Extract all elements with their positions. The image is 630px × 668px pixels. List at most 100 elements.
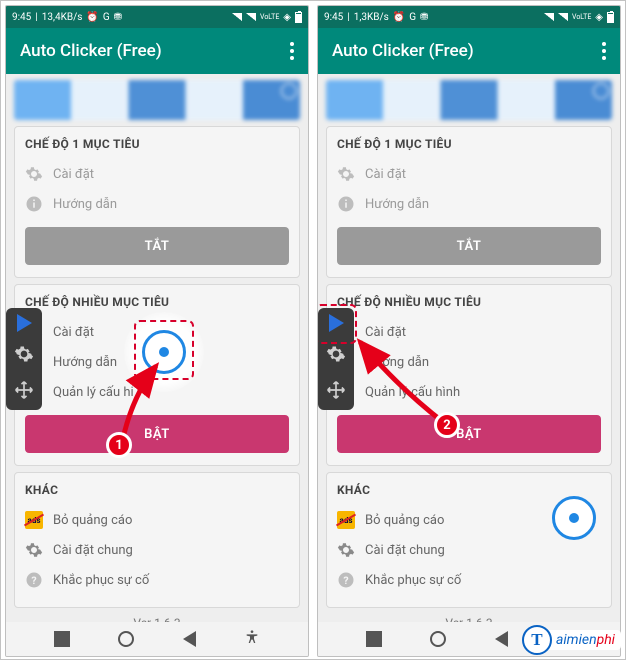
general-settings-row[interactable]: Cài đặt chung xyxy=(337,535,601,565)
troubleshoot-label: Khắc phục sự cố xyxy=(365,573,461,588)
overflow-menu-icon[interactable] xyxy=(290,42,294,60)
gear-icon[interactable] xyxy=(326,344,346,368)
remove-ads-label: Bỏ quảng cáo xyxy=(365,513,444,528)
single-target-card: CHẾ ĐỘ 1 MỤC TIÊU Cài đặt Hướng dẫn TẮT xyxy=(14,126,300,278)
trash-icon: ⛃ xyxy=(420,12,428,23)
other-title: KHÁC xyxy=(337,483,601,497)
multi-target-title: CHẾ ĐỘ NHIỀU MỤC TIÊU xyxy=(337,295,601,309)
app-bar: Auto Clicker (Free) xyxy=(318,28,620,74)
multi-manage-label: Quản lý cấu hi xyxy=(53,385,134,400)
svg-text:?: ? xyxy=(343,574,348,587)
signal-icon xyxy=(246,13,256,21)
step-badge-1: 1 xyxy=(106,432,132,458)
watermark: T aimienphi xyxy=(522,625,621,655)
move-icon[interactable] xyxy=(326,380,346,404)
multi-target-title: CHẾ ĐỘ NHIỀU MỤC TIÊU xyxy=(25,295,289,309)
general-settings-row[interactable]: Cài đặt chung xyxy=(25,535,289,565)
help-icon: ? xyxy=(25,571,43,589)
watermark-logo: T xyxy=(522,625,552,655)
info-icon xyxy=(337,195,355,213)
volte-icon: VoLTE xyxy=(572,13,591,21)
ads-icon: ads xyxy=(337,511,355,529)
g-icon: G xyxy=(103,12,110,23)
troubleshoot-row[interactable]: ? Khắc phục sự cố xyxy=(337,565,601,595)
multi-settings-label: Cài đặt xyxy=(53,325,94,340)
watermark-text: aimienphi xyxy=(548,630,621,650)
ads-icon: ads xyxy=(25,511,43,529)
overflow-menu-icon[interactable] xyxy=(602,42,606,60)
status-net-speed: 13,4KB/s xyxy=(42,12,83,23)
single-guide-label: Hướng dẫn xyxy=(365,197,429,212)
multi-manage-row[interactable]: Quản lý cấu hình xyxy=(337,377,601,407)
floating-toolbar[interactable] xyxy=(318,308,354,410)
gear-icon[interactable] xyxy=(14,344,34,368)
svg-text:?: ? xyxy=(31,574,36,587)
alarm-icon: ⏰ xyxy=(86,12,98,23)
single-settings-label: Cài đặt xyxy=(53,167,94,182)
wifi-icon: ◈ xyxy=(595,12,603,23)
multi-target-card: CHẾ ĐỘ NHIỀU MỤC TIÊU Cài đặt Hướng dẫn … xyxy=(326,284,612,466)
phone-left: 9:45 | 13,4KB/s ⏰ G ⛃ VoLTE ◈ Auto Click… xyxy=(5,5,309,657)
single-guide-row[interactable]: Hướng dẫn xyxy=(25,189,289,219)
single-off-button[interactable]: TẮT xyxy=(337,227,601,265)
play-icon[interactable] xyxy=(17,314,32,332)
single-settings-row[interactable]: Cài đặt xyxy=(25,159,289,189)
single-target-title: CHẾ ĐỘ 1 MỤC TIÊU xyxy=(25,137,289,151)
step-badge-2: 2 xyxy=(434,412,460,438)
signal-icon xyxy=(544,13,554,21)
g-icon: G xyxy=(409,12,416,23)
multi-settings-label: Cài đặt xyxy=(365,325,406,340)
volte-icon: VoLTE xyxy=(260,13,279,21)
multi-on-button[interactable]: BẬT xyxy=(25,415,289,453)
phone-right: 9:45 | 1,3KB/s ⏰ G ⛃ VoLTE ◈ Auto Clicke… xyxy=(317,5,621,657)
battery-icon xyxy=(607,12,614,23)
remove-ads-row[interactable]: ads Bỏ quảng cáo xyxy=(25,505,289,535)
status-bar: 9:45 | 13,4KB/s ⏰ G ⛃ VoLTE ◈ xyxy=(6,6,308,28)
gear-icon xyxy=(25,541,43,559)
troubleshoot-row[interactable]: ? Khắc phục sự cố xyxy=(25,565,289,595)
multi-on-button[interactable]: BẬT xyxy=(337,415,601,453)
alarm-icon: ⏰ xyxy=(393,12,405,23)
multi-settings-row[interactable]: Cài đặt xyxy=(337,317,601,347)
nav-accessibility-icon[interactable] xyxy=(244,629,260,649)
other-card: KHÁC ads Bỏ quảng cáo Cài đặt chung ? Kh… xyxy=(14,472,300,608)
single-guide-row[interactable]: Hướng dẫn xyxy=(337,189,601,219)
single-settings-label: Cài đặt xyxy=(365,167,406,182)
click-target-marker[interactable] xyxy=(142,330,186,374)
trash-icon: ⛃ xyxy=(114,12,122,23)
info-icon xyxy=(25,195,43,213)
click-target-marker[interactable] xyxy=(552,496,596,540)
gear-icon xyxy=(337,541,355,559)
gear-icon xyxy=(337,165,355,183)
single-guide-label: Hướng dẫn xyxy=(53,197,117,212)
nav-home-icon[interactable] xyxy=(430,631,446,647)
nav-home-icon[interactable] xyxy=(118,631,134,647)
play-icon[interactable] xyxy=(329,314,344,332)
single-target-card: CHẾ ĐỘ 1 MỤC TIÊU Cài đặt Hướng dẫn TẮT xyxy=(326,126,612,278)
help-icon: ? xyxy=(337,571,355,589)
general-settings-label: Cài đặt chung xyxy=(365,543,445,558)
wifi-icon: ◈ xyxy=(283,12,291,23)
troubleshoot-label: Khắc phục sự cố xyxy=(53,573,149,588)
nav-recent-icon[interactable] xyxy=(366,631,382,647)
single-off-button[interactable]: TẮT xyxy=(25,227,289,265)
ad-banner[interactable] xyxy=(14,80,300,120)
other-card: KHÁC ads Bỏ quảng cáo Cài đặt chung ? Kh… xyxy=(326,472,612,608)
nav-back-icon[interactable] xyxy=(183,631,196,647)
nav-recent-icon[interactable] xyxy=(54,631,70,647)
general-settings-label: Cài đặt chung xyxy=(53,543,133,558)
nav-bar xyxy=(6,622,308,656)
battery-icon xyxy=(295,12,302,23)
floating-toolbar[interactable] xyxy=(6,308,42,410)
ad-banner[interactable] xyxy=(326,80,612,120)
multi-guide-row[interactable]: Hướng dẫn xyxy=(337,347,601,377)
status-time: 9:45 xyxy=(324,12,343,23)
signal-icon xyxy=(558,13,568,21)
signal-icon xyxy=(232,13,242,21)
status-bar: 9:45 | 1,3KB/s ⏰ G ⛃ VoLTE ◈ xyxy=(318,6,620,28)
single-settings-row[interactable]: Cài đặt xyxy=(337,159,601,189)
nav-back-icon[interactable] xyxy=(495,631,508,647)
other-title: KHÁC xyxy=(25,483,289,497)
move-icon[interactable] xyxy=(14,380,34,404)
app-title: Auto Clicker (Free) xyxy=(332,41,474,61)
